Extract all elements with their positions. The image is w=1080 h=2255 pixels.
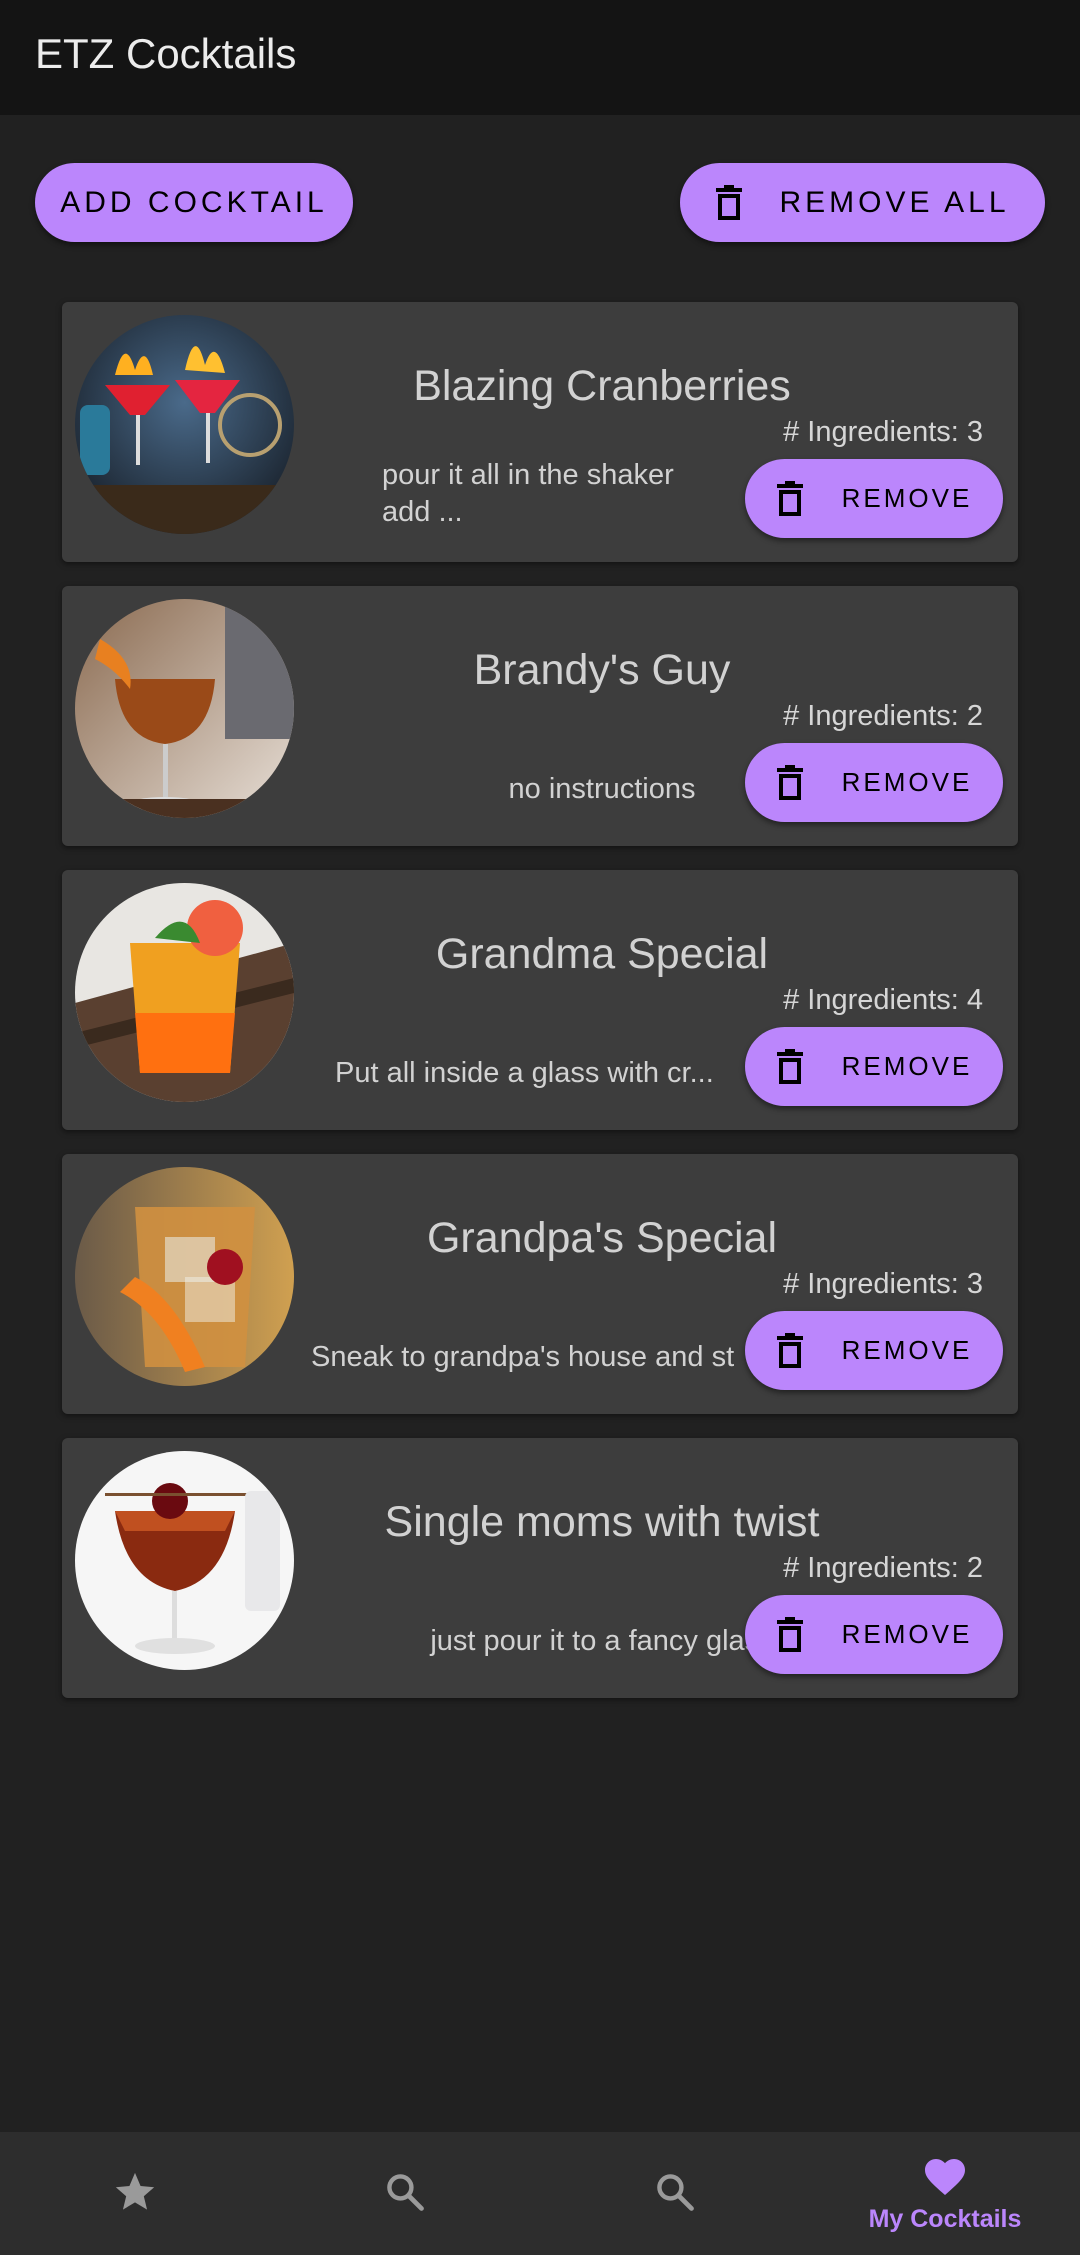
cocktail-name: Brandy's Guy	[473, 646, 731, 694]
ingredient-count: # Ingredients: 2	[783, 700, 983, 732]
trash-icon	[776, 1332, 804, 1370]
app-bar: ETZ Cocktails	[0, 0, 1080, 115]
cocktail-name: Blazing Cranberries	[413, 362, 791, 410]
star-icon	[112, 2169, 158, 2219]
remove-all-button[interactable]: REMOVE ALL	[680, 163, 1045, 242]
remove-button[interactable]: REMOVE	[745, 743, 1003, 822]
cocktail-image	[75, 315, 294, 534]
cocktail-name: Single moms with twist	[384, 1498, 820, 1546]
remove-button[interactable]: REMOVE	[745, 1027, 1003, 1106]
trash-icon	[776, 764, 804, 802]
cocktail-image	[75, 1451, 294, 1670]
ingredient-count: # Ingredients: 3	[783, 416, 983, 448]
cocktail-instructions: pour it all in the shaker add ...	[382, 459, 674, 528]
cocktail-name: Grandma Special	[435, 930, 769, 978]
app-title: ETZ Cocktails	[35, 30, 297, 77]
remove-label: REMOVE	[841, 1051, 973, 1081]
heart-icon	[921, 2153, 969, 2201]
cocktail-card[interactable]: Grandpa's Special Sneak to grandpa's hou…	[62, 1154, 1018, 1414]
remove-label: REMOVE	[841, 1619, 973, 1649]
cocktail-card[interactable]: Grandma Special Put all inside a glass w…	[62, 870, 1018, 1130]
remove-label: REMOVE	[841, 767, 973, 797]
bottom-navigation: My Cocktails	[0, 2132, 1080, 2255]
remove-label: REMOVE	[841, 483, 973, 513]
nav-label-my-cocktails: My Cocktails	[868, 2205, 1022, 2233]
cocktail-card[interactable]: Blazing Cranberries pour it all in the s…	[62, 302, 1018, 562]
cocktail-image	[75, 599, 294, 818]
remove-button[interactable]: REMOVE	[745, 1311, 1003, 1390]
cocktail-name: Grandpa's Special	[426, 1214, 778, 1262]
add-cocktail-label: ADD COCKTAIL	[60, 185, 328, 219]
search-icon	[653, 2170, 697, 2218]
search-icon	[383, 2170, 427, 2218]
cocktail-card[interactable]: Single moms with twist just pour it to a…	[62, 1438, 1018, 1698]
add-cocktail-button[interactable]: ADD COCKTAIL	[35, 163, 353, 242]
nav-item-my-cocktails[interactable]: My Cocktails	[810, 2132, 1080, 2255]
nav-item-search[interactable]	[270, 2132, 540, 2255]
ingredient-count: # Ingredients: 4	[783, 984, 983, 1016]
nav-item-favorites[interactable]	[0, 2132, 270, 2255]
ingredient-count: # Ingredients: 2	[783, 1552, 983, 1584]
trash-icon	[776, 480, 804, 518]
cocktail-image	[75, 1167, 294, 1386]
remove-button[interactable]: REMOVE	[745, 459, 1003, 538]
remove-all-label: REMOVE ALL	[779, 185, 1010, 219]
remove-button[interactable]: REMOVE	[745, 1595, 1003, 1674]
trash-icon	[776, 1616, 804, 1654]
cocktail-image	[75, 883, 294, 1102]
trash-icon	[776, 1048, 804, 1086]
nav-item-search-2[interactable]	[540, 2132, 810, 2255]
remove-label: REMOVE	[841, 1335, 973, 1365]
trash-icon	[715, 184, 743, 222]
cocktail-instructions: Put all inside a glass with cr...	[335, 1057, 714, 1089]
cocktail-instructions: Sneak to grandpa's house and st	[311, 1341, 735, 1373]
cocktail-card[interactable]: Brandy's Guy no instructions # Ingredien…	[62, 586, 1018, 846]
ingredient-count: # Ingredients: 3	[783, 1268, 983, 1300]
